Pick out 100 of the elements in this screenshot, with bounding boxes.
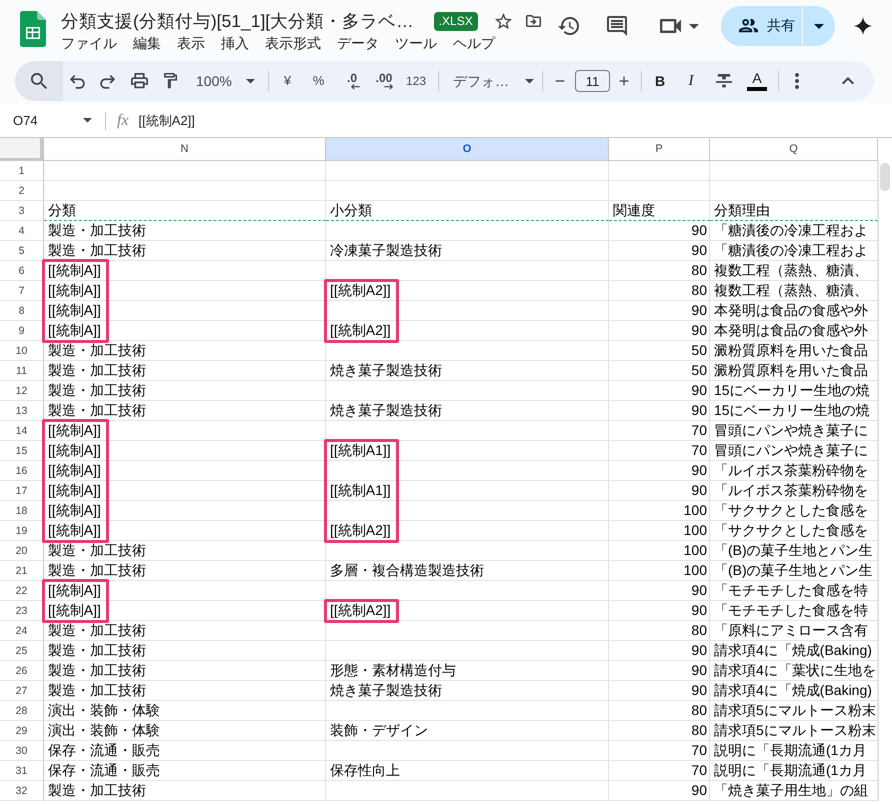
column-header[interactable]: O — [326, 138, 609, 161]
table-cell: 分類理由 — [710, 201, 878, 221]
print-icon[interactable] — [130, 73, 148, 89]
row-header[interactable]: 3 — [0, 201, 44, 221]
row-header[interactable]: 25 — [0, 641, 44, 661]
table-cell-text: [[統制A1]] — [329, 481, 392, 500]
table-cell-text: 80 — [690, 281, 708, 300]
table-cell-text: 製造・加工技術 — [47, 341, 147, 360]
table-cell-text: 演出・装飾・体験 — [47, 721, 161, 740]
more-options-icon[interactable] — [795, 73, 799, 89]
table-cell-text: 90 — [690, 681, 708, 700]
table-cell-text: 澱粉質原料を用いた食品 — [713, 361, 869, 380]
column-header[interactable]: P — [609, 138, 710, 161]
folder-arrow-icon[interactable] — [526, 15, 541, 27]
menu-item[interactable]: ヘルプ — [445, 34, 503, 52]
number-format-button[interactable]: 123 — [406, 72, 426, 90]
share-menu-button[interactable] — [803, 6, 835, 46]
name-box[interactable]: O74 — [13, 112, 92, 128]
table-cell-text: 50 — [690, 361, 708, 380]
table-cell-text: 「(B)の菓子生地とパン生 — [713, 561, 874, 580]
column-header[interactable]: N — [44, 138, 326, 161]
font-dropdown[interactable]: デフォ… — [453, 72, 534, 90]
table-cell-text: 焼き菓子製造技術 — [329, 361, 443, 380]
row-header[interactable]: 29 — [0, 721, 44, 741]
undo-icon[interactable] — [70, 74, 84, 88]
table-cell-text: 冒頭にパンや焼き菓子に — [713, 441, 869, 460]
search-button[interactable] — [15, 61, 63, 101]
menu-item[interactable]: 表示 — [169, 34, 213, 52]
zoom-dropdown[interactable]: 100% — [196, 72, 255, 90]
redo-icon[interactable] — [100, 74, 114, 88]
row-header[interactable]: 4 — [0, 221, 44, 241]
row-header[interactable]: 5 — [0, 241, 44, 261]
table-cell-text: 製造・加工技術 — [47, 641, 147, 660]
table-cell-text: 製造・加工技術 — [47, 381, 147, 400]
table-cell-text: [[統制A]] — [47, 301, 102, 320]
table-cell-text: 80 — [690, 721, 708, 740]
decrease-font-size-button[interactable]: − — [554, 72, 566, 90]
formula-field[interactable]: [[統制A2]] — [138, 110, 892, 132]
font-size-field[interactable]: 11 — [575, 70, 610, 92]
table-cell-text: 90 — [690, 481, 708, 500]
column-header[interactable]: Q — [710, 138, 878, 161]
row-header[interactable]: 26 — [0, 661, 44, 681]
table-cell-text: 製造・加工技術 — [47, 621, 147, 640]
caret-icon — [83, 118, 92, 123]
table-cell-text: 請求項5にマルトース粉末 — [713, 701, 877, 720]
menu-item[interactable]: 編集 — [125, 34, 169, 52]
video-camera-icon[interactable] — [660, 19, 681, 33]
menu-item[interactable]: ファイル — [53, 34, 125, 52]
sparkle-icon[interactable] — [853, 16, 873, 36]
menu-item[interactable]: 表示形式 — [257, 34, 329, 52]
increase-font-size-button[interactable]: + — [618, 72, 630, 90]
share-button[interactable]: 共有 — [721, 6, 802, 46]
row-header[interactable]: 31 — [0, 761, 44, 781]
paint-format-icon[interactable] — [164, 73, 176, 89]
table-cell-text: 80 — [690, 621, 708, 640]
menu-item[interactable]: 挿入 — [213, 34, 257, 52]
menu-item[interactable]: ツール — [387, 34, 445, 52]
row-header[interactable]: 10 — [0, 341, 44, 361]
row-header[interactable]: 21 — [0, 561, 44, 581]
table-cell-text: 90 — [690, 641, 708, 660]
table-cell-text: 90 — [690, 661, 708, 680]
table-cell-text: 製造・加工技術 — [47, 401, 147, 420]
chevron-up-icon[interactable] — [842, 77, 854, 85]
row-header[interactable]: 30 — [0, 741, 44, 761]
row-header[interactable]: 27 — [0, 681, 44, 701]
row-header[interactable]: 11 — [0, 361, 44, 381]
row-header[interactable]: 1 — [0, 161, 44, 181]
strikethrough-icon[interactable] — [716, 74, 732, 88]
row-header[interactable]: 13 — [0, 401, 44, 421]
row-header[interactable]: 32 — [0, 781, 44, 801]
italic-button[interactable]: I — [688, 72, 694, 90]
right-arrow-icon — [384, 84, 392, 90]
decrease-decimal-button[interactable]: .0 — [344, 72, 360, 90]
star-icon[interactable] — [494, 12, 512, 30]
bold-button[interactable]: B — [654, 72, 666, 90]
row-header[interactable]: 28 — [0, 701, 44, 721]
scrollbar-track[interactable] — [878, 161, 892, 801]
table-cell-text: [[統制A]] — [47, 421, 102, 440]
menu-item[interactable]: データ — [329, 34, 387, 52]
row-header[interactable]: 12 — [0, 381, 44, 401]
caret-icon[interactable] — [689, 24, 699, 28]
row-header[interactable]: 2 — [0, 181, 44, 201]
table-cell-text: 請求項5にマルトース粉末 — [713, 721, 877, 740]
percent-button[interactable]: % — [312, 72, 324, 90]
spreadsheet-logo[interactable] — [20, 11, 46, 47]
formula-label: fx — [117, 112, 129, 130]
comment-icon[interactable] — [607, 16, 627, 36]
table-cell-text: 形態・素材構造付与 — [329, 661, 457, 680]
row-header[interactable]: 24 — [0, 621, 44, 641]
document-title[interactable]: 分類支援(分類付与)[51_1][大分類・多ラベ… — [61, 10, 414, 32]
history-icon[interactable] — [558, 17, 579, 35]
caret-icon — [814, 24, 824, 28]
text-color-button[interactable]: A — [747, 71, 767, 91]
table-cell-text: 70 — [690, 441, 708, 460]
scrollbar-thumb[interactable] — [880, 163, 890, 191]
increase-decimal-button[interactable]: .00 — [376, 72, 392, 90]
currency-button[interactable]: ¥ — [284, 72, 292, 90]
row-header[interactable]: 20 — [0, 541, 44, 561]
table-cell-text: 複数工程（蒸熱、糖漬、 — [713, 281, 869, 300]
table-cell-text: 90 — [690, 401, 708, 420]
